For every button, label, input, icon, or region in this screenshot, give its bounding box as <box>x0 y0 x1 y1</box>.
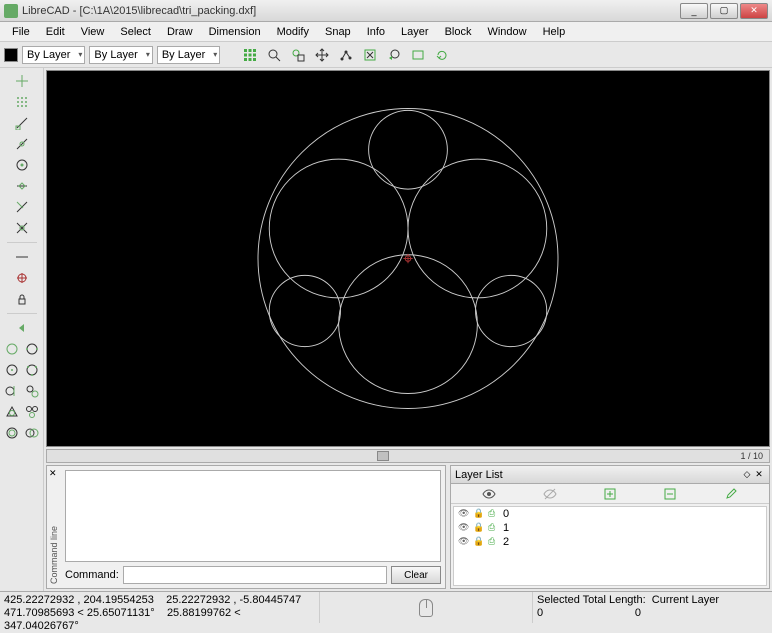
color-swatch[interactable] <box>4 48 18 62</box>
point-tool[interactable] <box>13 72 31 90</box>
menu-help[interactable]: Help <box>535 24 574 40</box>
command-panel-label: Command line <box>49 526 59 584</box>
horizontal-scrollbar[interactable]: 1 / 10 <box>46 449 770 463</box>
menu-modify[interactable]: Modify <box>269 24 317 40</box>
distance-snap[interactable] <box>13 198 31 216</box>
eye-icon[interactable]: 👁 <box>458 522 470 534</box>
layer-panel-title: Layer List <box>455 469 503 481</box>
circle-2p-tool[interactable] <box>23 340 41 358</box>
circle-tan3-tool[interactable] <box>23 403 41 421</box>
zoom-window-icon[interactable] <box>288 45 308 65</box>
linetype-combo[interactable]: By Layer <box>157 46 220 64</box>
show-all-icon[interactable] <box>482 487 496 501</box>
maximize-button[interactable]: ▢ <box>710 3 738 19</box>
mouse-icon <box>419 599 433 617</box>
layer-panel: Layer List ◇ ✕ 👁🔒⎙0👁🔒⎙1👁🔒⎙2 <box>450 465 770 589</box>
panel-undock-icon[interactable]: ◇ <box>741 469 753 481</box>
selection-readout: Selected Total Length: Current Layer 0 0 <box>532 592 772 623</box>
layer-row[interactable]: 👁🔒⎙1 <box>454 521 766 535</box>
print-icon[interactable]: ⎙ <box>488 508 500 520</box>
menu-window[interactable]: Window <box>479 24 534 40</box>
clear-button[interactable]: Clear <box>391 566 441 584</box>
zoom-extents-icon[interactable] <box>360 45 380 65</box>
edit-layer-icon[interactable] <box>724 487 738 501</box>
snap-node-icon[interactable] <box>336 45 356 65</box>
center-snap[interactable] <box>13 156 31 174</box>
grid-tool[interactable] <box>13 93 31 111</box>
lineweight-combo[interactable]: By Layer <box>89 46 152 64</box>
intersection-snap[interactable] <box>13 219 31 237</box>
layer-name: 1 <box>503 522 509 534</box>
grid-icon[interactable] <box>240 45 260 65</box>
on-entity-snap[interactable] <box>13 135 31 153</box>
layer-name: 0 <box>503 508 509 520</box>
redraw-icon[interactable] <box>408 45 428 65</box>
eye-icon[interactable]: 👁 <box>458 508 470 520</box>
properties-toolbar: By Layer By Layer By Layer <box>0 42 772 68</box>
window-title: LibreCAD - [C:\1A\2015\librecad\tri_pack… <box>22 5 680 17</box>
zoom-icon[interactable] <box>264 45 284 65</box>
pan-icon[interactable] <box>312 45 332 65</box>
remove-layer-icon[interactable] <box>663 487 677 501</box>
lock-relative[interactable] <box>13 290 31 308</box>
color-combo[interactable]: By Layer <box>22 46 85 64</box>
add-layer-icon[interactable] <box>603 487 617 501</box>
relative-zero[interactable] <box>13 269 31 287</box>
minimize-button[interactable]: _ <box>680 3 708 19</box>
circle-inscribe-tool[interactable] <box>3 403 21 421</box>
lock-icon[interactable]: 🔒 <box>473 536 485 548</box>
menu-dimension[interactable]: Dimension <box>201 24 269 40</box>
menu-file[interactable]: File <box>4 24 38 40</box>
drawing-canvas[interactable] <box>46 70 770 447</box>
middle-snap[interactable] <box>13 177 31 195</box>
menu-block[interactable]: Block <box>437 24 480 40</box>
menu-layer[interactable]: Layer <box>393 24 437 40</box>
circle-tan2-tool[interactable] <box>23 382 41 400</box>
print-icon[interactable]: ⎙ <box>488 522 500 534</box>
zoom-previous-icon[interactable] <box>384 45 404 65</box>
command-prompt: Command: <box>65 569 119 581</box>
circle-tan-tool[interactable] <box>3 382 21 400</box>
draw-toolbar <box>0 68 44 591</box>
layer-list[interactable]: 👁🔒⎙0👁🔒⎙1👁🔒⎙2 <box>453 506 767 586</box>
circle-concentric-tool[interactable] <box>3 424 21 442</box>
app-icon <box>4 4 18 18</box>
circle-concentric2-tool[interactable] <box>23 424 41 442</box>
menu-select[interactable]: Select <box>112 24 159 40</box>
eye-icon[interactable]: 👁 <box>458 536 470 548</box>
zoom-auto-icon[interactable] <box>432 45 452 65</box>
menu-edit[interactable]: Edit <box>38 24 73 40</box>
menubar: FileEditViewSelectDrawDimensionModifySna… <box>0 22 772 42</box>
print-icon[interactable]: ⎙ <box>488 536 500 548</box>
titlebar: LibreCAD - [C:\1A\2015\librecad\tri_pack… <box>0 0 772 22</box>
endpoint-snap[interactable] <box>13 114 31 132</box>
circle-tool[interactable] <box>3 340 21 358</box>
layer-row[interactable]: 👁🔒⎙0 <box>454 507 766 521</box>
menu-snap[interactable]: Snap <box>317 24 359 40</box>
lock-icon[interactable]: 🔒 <box>473 522 485 534</box>
command-history[interactable] <box>65 470 441 562</box>
layer-name: 2 <box>503 536 509 548</box>
circle-cr-tool[interactable] <box>3 361 21 379</box>
lock-icon[interactable]: 🔒 <box>473 508 485 520</box>
coordinate-readout: 425.22272932 , 204.19554253 25.22272932 … <box>0 592 320 623</box>
page-indicator: 1 / 10 <box>734 451 769 461</box>
command-panel: ✕ Command line Command: Clear <box>46 465 446 589</box>
hide-all-icon[interactable] <box>543 487 557 501</box>
back-icon[interactable] <box>13 319 31 337</box>
menu-draw[interactable]: Draw <box>159 24 201 40</box>
close-button[interactable]: ✕ <box>740 3 768 19</box>
circle-3p-tool[interactable] <box>23 361 41 379</box>
restrict-horiz[interactable] <box>13 248 31 266</box>
statusbar: 425.22272932 , 204.19554253 25.22272932 … <box>0 591 772 623</box>
menu-view[interactable]: View <box>73 24 113 40</box>
menu-info[interactable]: Info <box>359 24 393 40</box>
command-input[interactable] <box>123 566 387 584</box>
panel-close-icon[interactable]: ✕ <box>753 469 765 481</box>
panel-close-icon[interactable]: ✕ <box>49 468 61 480</box>
layer-row[interactable]: 👁🔒⎙2 <box>454 535 766 549</box>
